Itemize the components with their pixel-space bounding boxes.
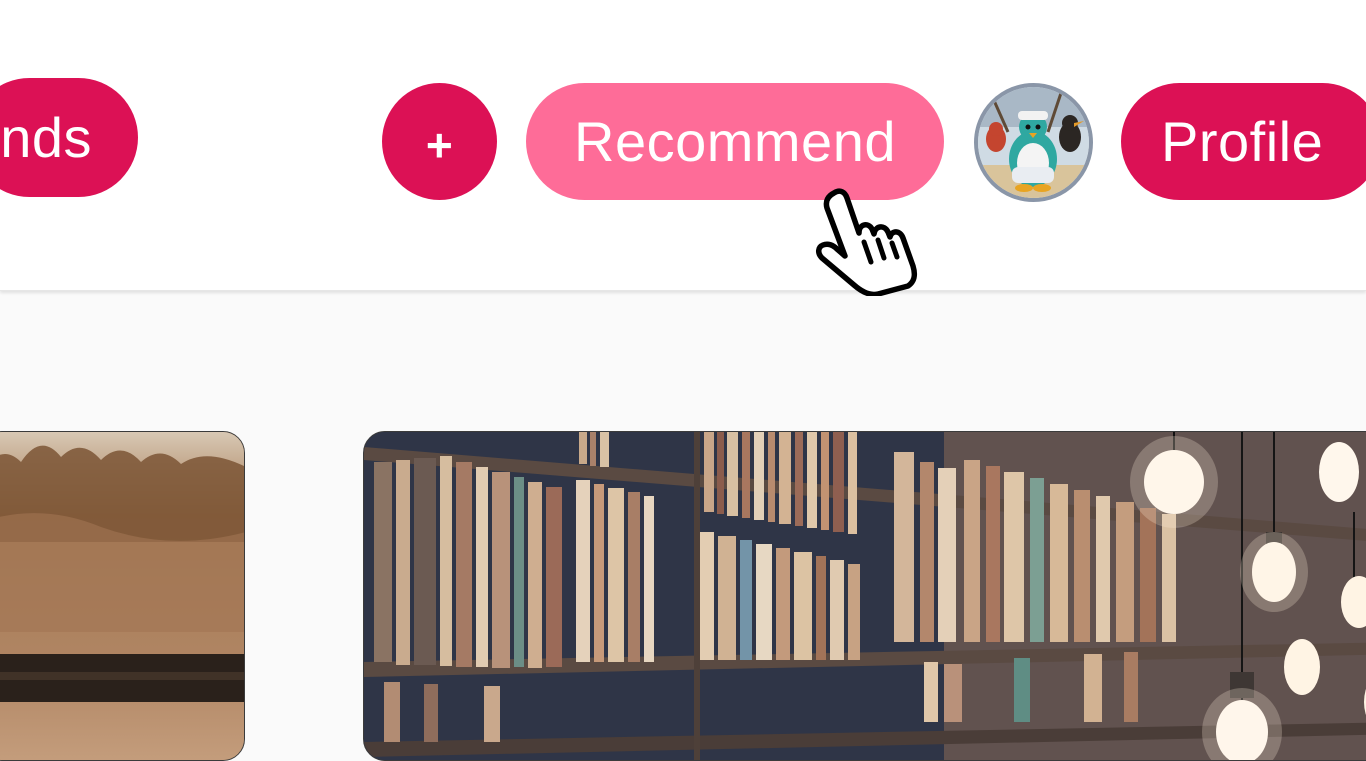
forest-sunset-image[interactable] [0, 431, 245, 761]
add-button[interactable]: + [382, 83, 497, 200]
recommend-button[interactable]: Recommend [526, 83, 944, 200]
avatar[interactable] [974, 83, 1093, 202]
top-nav-bar: nds + Recommend Profile [0, 0, 1366, 291]
hand-pointer-icon [816, 188, 918, 296]
profile-button-label: Profile [1161, 110, 1324, 173]
forest-sunset-image-art [0, 432, 244, 760]
recommend-button-label: Recommend [574, 110, 896, 173]
friends-button-label: nds [0, 106, 92, 169]
friends-button[interactable]: nds [0, 78, 138, 197]
library-bookshelf-image[interactable] [363, 431, 1366, 761]
plus-icon: + [425, 118, 454, 171]
profile-button[interactable]: Profile [1121, 83, 1366, 200]
library-bookshelf-image-art [364, 432, 1366, 760]
penguin-avatar-icon [978, 87, 1089, 198]
